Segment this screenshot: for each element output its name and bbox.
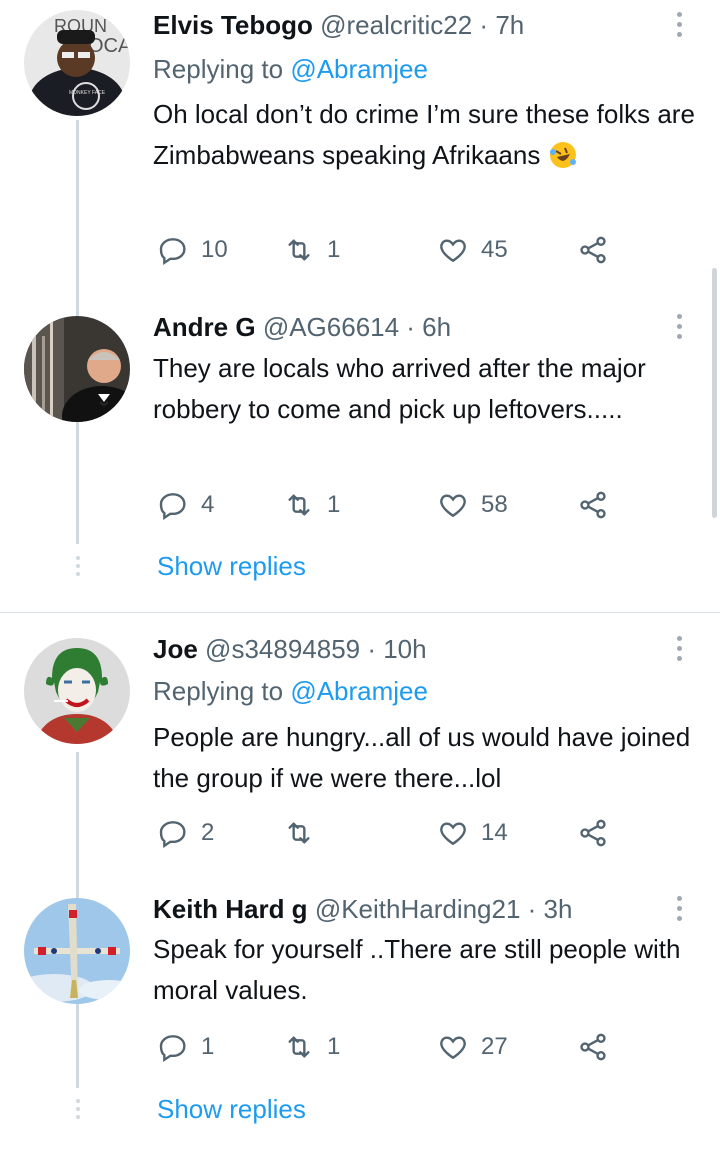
reply-button[interactable]: 1 bbox=[157, 1029, 214, 1065]
retweet-count: 1 bbox=[327, 236, 341, 263]
scrollbar-thumb[interactable] bbox=[712, 268, 717, 518]
avatar-keith-harding[interactable] bbox=[24, 898, 130, 1004]
like-button[interactable]: 45 bbox=[437, 232, 508, 268]
reply-count: 1 bbox=[201, 1033, 215, 1060]
more-options-icon[interactable] bbox=[672, 10, 686, 42]
like-count: 45 bbox=[481, 236, 508, 263]
retweet-icon bbox=[288, 494, 310, 516]
retweet-icon bbox=[288, 822, 310, 844]
share-button[interactable] bbox=[577, 487, 609, 523]
share-icon bbox=[580, 819, 606, 847]
like-count: 58 bbox=[481, 491, 508, 518]
reply-count: 4 bbox=[201, 491, 215, 518]
avatar-joe[interactable] bbox=[24, 638, 130, 744]
tweet-header: Elvis Tebogo @realcritic22 · 7h bbox=[153, 10, 524, 41]
reply-icon bbox=[159, 821, 186, 849]
like-icon bbox=[440, 1036, 466, 1060]
like-icon bbox=[440, 822, 466, 846]
display-name[interactable]: Andre G bbox=[153, 312, 256, 342]
replying-prefix: Replying to bbox=[153, 676, 284, 706]
rolling-on-floor-laughing-emoji-icon bbox=[548, 140, 578, 182]
reply-button[interactable]: 10 bbox=[157, 232, 228, 268]
share-icon bbox=[580, 1033, 606, 1061]
like-icon bbox=[440, 239, 466, 263]
retweet-button[interactable] bbox=[283, 815, 327, 851]
thread-line bbox=[76, 1012, 79, 1088]
tweet-body: Oh local don’t do crime I’m sure these f… bbox=[153, 99, 695, 170]
like-count: 27 bbox=[481, 1033, 508, 1060]
tweet-header: Joe @s34894859 · 10h bbox=[153, 634, 427, 665]
show-replies-link[interactable]: Show replies bbox=[157, 1094, 306, 1125]
retweet-count: 1 bbox=[327, 1033, 341, 1060]
reply-icon bbox=[159, 238, 186, 266]
more-options-icon[interactable] bbox=[672, 634, 686, 666]
tweet-text: People are hungry...all of us would have… bbox=[153, 722, 691, 793]
reply-button[interactable]: 4 bbox=[157, 487, 214, 523]
like-button[interactable]: 27 bbox=[437, 1029, 508, 1065]
show-replies-link[interactable]: Show replies bbox=[157, 551, 306, 582]
retweet-button[interactable]: 1 bbox=[283, 487, 340, 523]
handle-time[interactable]: @KeithHarding21 · 3h bbox=[315, 894, 573, 924]
handle-time[interactable]: @AG66614 · 6h bbox=[263, 312, 451, 342]
display-name[interactable]: Keith Hard g bbox=[153, 894, 308, 924]
retweet-button[interactable]: 1 bbox=[283, 232, 340, 268]
tweet-text: Speak for yourself ..There are still peo… bbox=[153, 934, 681, 1005]
thread-line bbox=[76, 428, 79, 544]
tweet-text: They are locals who arrived after the ma… bbox=[153, 353, 646, 424]
mention-link[interactable]: @Abramjee bbox=[290, 676, 428, 706]
display-name[interactable]: Joe bbox=[153, 634, 198, 664]
reply-count: 2 bbox=[201, 819, 215, 846]
handle-time[interactable]: @realcritic22 · 7h bbox=[320, 10, 524, 40]
retweet-count: 1 bbox=[327, 491, 341, 518]
tweet-text: Oh local don’t do crime I’m sure these f… bbox=[153, 94, 713, 182]
display-name[interactable]: Elvis Tebogo bbox=[153, 10, 313, 40]
handle-time[interactable]: @s34894859 · 10h bbox=[205, 634, 427, 664]
like-button[interactable]: 58 bbox=[437, 487, 508, 523]
retweet-button[interactable]: 1 bbox=[283, 1029, 340, 1065]
like-icon bbox=[440, 494, 466, 518]
reply-icon bbox=[159, 493, 186, 521]
thread-continuation-dots bbox=[74, 1099, 82, 1121]
tweet-header: Keith Hard g @KeithHarding21 · 3h bbox=[153, 894, 572, 925]
retweet-icon bbox=[288, 239, 310, 261]
like-button[interactable]: 14 bbox=[437, 815, 508, 851]
thread-continuation-dots bbox=[74, 556, 82, 578]
reply-icon bbox=[159, 1035, 186, 1063]
replying-prefix: Replying to bbox=[153, 54, 284, 84]
thread-divider bbox=[0, 612, 720, 613]
share-button[interactable] bbox=[577, 815, 609, 851]
avatar-text-badge: MONKEY FACE bbox=[69, 90, 106, 96]
like-count: 14 bbox=[481, 819, 508, 846]
reply-count: 10 bbox=[201, 236, 228, 263]
retweet-icon bbox=[288, 1036, 310, 1058]
share-icon bbox=[580, 236, 606, 264]
more-options-icon[interactable] bbox=[672, 894, 686, 926]
avatar-elvis-tebogo[interactable]: ROUN OCA MONKEY FACE bbox=[24, 10, 130, 116]
share-icon bbox=[580, 491, 606, 519]
avatar-andre-g[interactable] bbox=[24, 316, 130, 422]
share-button[interactable] bbox=[577, 1029, 609, 1065]
replying-to: Replying to @Abramjee bbox=[153, 676, 428, 707]
reply-button[interactable]: 2 bbox=[157, 815, 214, 851]
share-button[interactable] bbox=[577, 232, 609, 268]
mention-link[interactable]: @Abramjee bbox=[290, 54, 428, 84]
tweet-header: Andre G @AG66614 · 6h bbox=[153, 312, 451, 343]
replying-to: Replying to @Abramjee bbox=[153, 54, 428, 85]
more-options-icon[interactable] bbox=[672, 312, 686, 344]
